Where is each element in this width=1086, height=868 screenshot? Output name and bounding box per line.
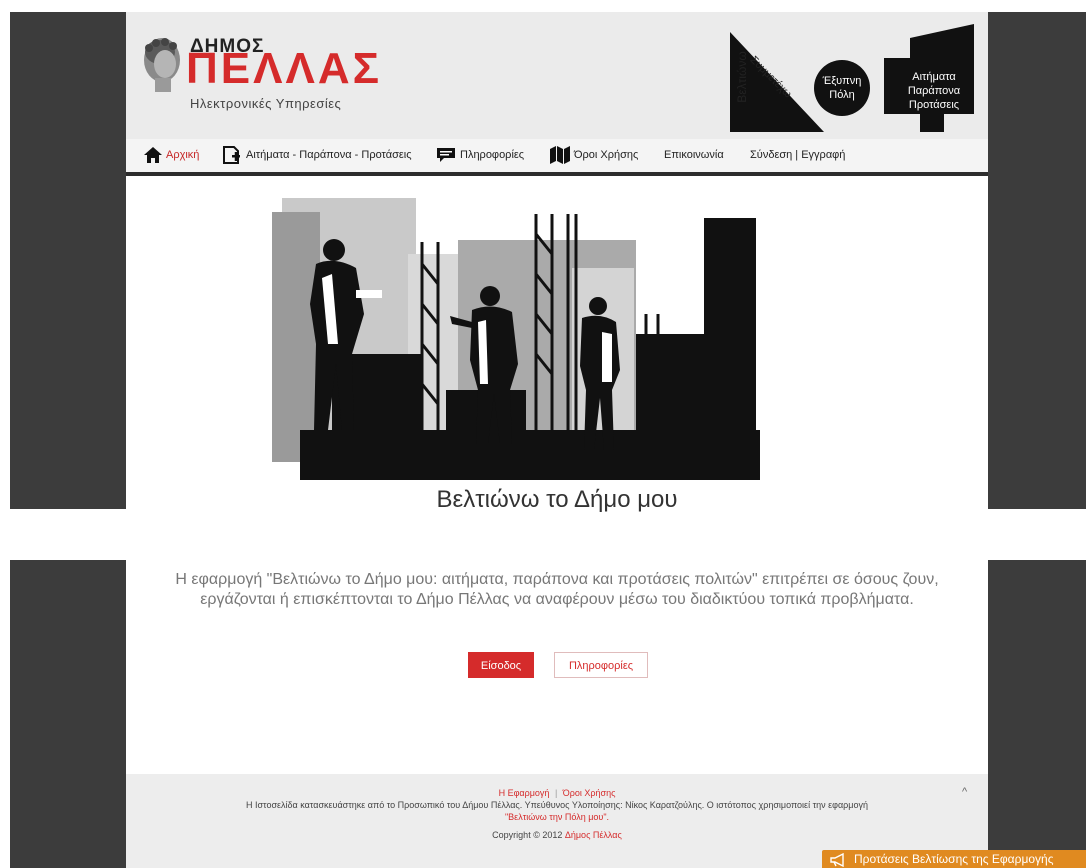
info-button[interactable]: Πληροφορίες: [554, 652, 648, 678]
footer-owner-link[interactable]: Δήμος Πέλλας: [565, 830, 622, 840]
main-nav: Αρχική Αιτήματα - Παράπονα - Προτάσεις Π…: [126, 139, 988, 172]
chat-icon: [437, 148, 455, 163]
construction-workers-illustration: [272, 198, 760, 480]
nav-info[interactable]: Πληροφορίες: [436, 139, 524, 172]
logo-subtitle: Ηλεκτρονικές Υπηρεσίες: [190, 96, 342, 111]
footer-terms-link[interactable]: Όροι Χρήσης: [563, 788, 616, 798]
megaphone-icon: [830, 852, 844, 867]
top-strip: [0, 0, 1086, 10]
site-header: ΔΗΜΟΣ ΠΕΛΛΑΣ Ηλεκτρονικές Υπηρεσίες Βελτ…: [126, 12, 988, 139]
nav-home-label: Αρχική: [166, 149, 200, 161]
nav-login-register[interactable]: Σύνδεση | Εγγραφή: [750, 139, 845, 172]
footer-app-name-link[interactable]: "Βελτιώνω την Πόλη μου".: [126, 812, 988, 822]
nav-contact-label: Επικοινωνία: [664, 149, 724, 161]
feedback-button[interactable]: Προτάσεις Βελτίωσης της Εφαρμογής: [822, 850, 1086, 868]
copyright-text: Copyright © 2012: [492, 830, 563, 840]
nav-home[interactable]: Αρχική: [144, 139, 199, 172]
left-margin: [10, 560, 126, 868]
feedback-label: Προτάσεις Βελτίωσης της Εφαρμογής: [854, 852, 1054, 866]
home-icon: [144, 147, 162, 164]
requests-line-3: Προτάσεις: [908, 99, 960, 111]
smart-city-label: Έξυπνη Πόλη: [814, 74, 870, 102]
right-margin: [988, 560, 1086, 868]
nav-info-label: Πληροφορίες: [460, 149, 525, 161]
requests-badge[interactable]: Αιτήματα Παράπονα Προτάσεις: [884, 24, 974, 132]
left-margin: [10, 12, 126, 509]
intro-section: Η εφαρμογή "Βελτιώνω το Δήμο μου: αιτήμα…: [126, 560, 988, 774]
requests-line-2: Παράπονα: [907, 85, 961, 97]
nav-login-label: Σύνδεση | Εγγραφή: [750, 149, 846, 161]
footer-links: Η Εφαρμογή | Όροι Χρήσης: [126, 788, 988, 798]
smart-city-line-1: Έξυπνη: [822, 75, 862, 87]
intro-text: Η εφαρμογή "Βελτιώνω το Δήμο μου: αιτήμα…: [175, 571, 939, 608]
right-margin: [988, 12, 1086, 509]
requests-line-1: Αιτήματα: [912, 71, 956, 83]
hero-title: Βελτιώνω το Δήμο μου: [436, 486, 678, 513]
add-document-icon: [223, 146, 240, 165]
hero-section: Βελτιώνω το Δήμο μου: [126, 176, 988, 513]
participation-badge[interactable]: Βελτιώνω Συμμετέχω Έξυπνη Πόλη: [730, 26, 870, 132]
statue-head-logo[interactable]: [139, 34, 185, 94]
smart-city-line-2: Πόλη: [829, 89, 855, 101]
map-icon: [550, 146, 570, 165]
veltiono-label: Βελτιώνω: [735, 51, 749, 103]
footer-copyright: Copyright © 2012 Δήμος Πέλλας: [126, 830, 988, 840]
requests-label: Αιτήματα Παράπονα Προτάσεις: [898, 70, 970, 112]
nav-terms[interactable]: Όροι Χρήσης: [550, 139, 638, 172]
footer-credits: Η Ιστοσελίδα κατασκευάστηκε από το Προσω…: [245, 800, 868, 810]
enter-button[interactable]: Είσοδος: [468, 652, 534, 678]
nav-requests-label: Αιτήματα - Παράπονα - Προτάσεις: [246, 149, 412, 161]
logo-pellas-text: ΠΕΛΛΑΣ: [186, 44, 382, 93]
footer-app-link[interactable]: Η Εφαρμογή: [499, 788, 550, 798]
nav-requests[interactable]: Αιτήματα - Παράπονα - Προτάσεις: [222, 139, 412, 172]
footer-separator: |: [554, 788, 558, 798]
nav-terms-label: Όροι Χρήσης: [574, 149, 639, 161]
nav-contact[interactable]: Επικοινωνία: [664, 139, 724, 172]
scroll-top-icon[interactable]: ^: [962, 786, 967, 798]
